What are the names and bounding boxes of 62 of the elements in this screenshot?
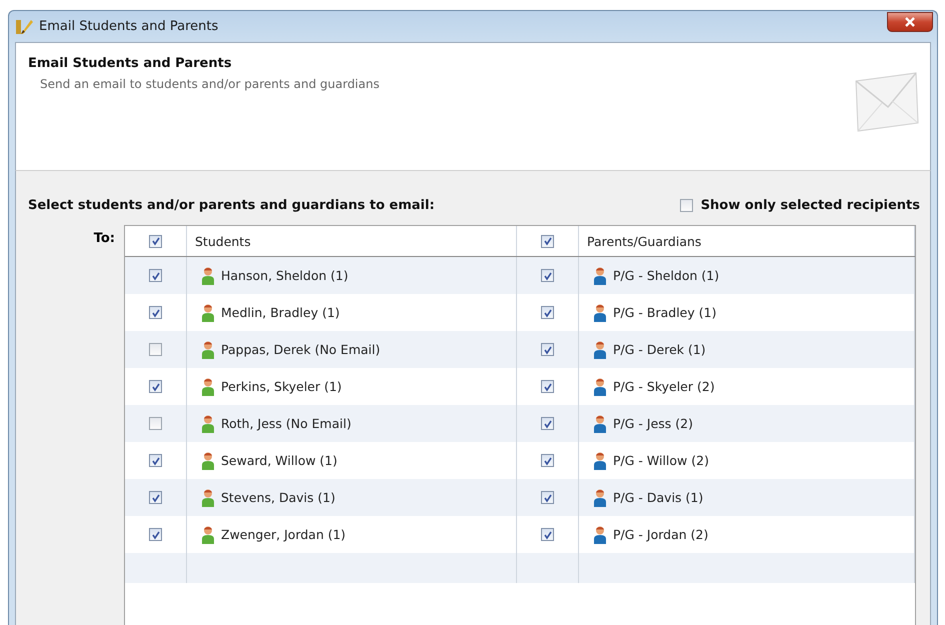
checkbox[interactable]	[149, 417, 162, 430]
column-header: Students	[195, 234, 251, 248]
person-icon	[201, 414, 215, 432]
checkbox[interactable]	[541, 234, 554, 248]
window-title: Email Students and Parents	[39, 18, 218, 34]
to-label: To:	[92, 230, 116, 248]
checkbox[interactable]	[541, 491, 554, 504]
person-icon	[201, 452, 215, 470]
checkbox[interactable]	[149, 528, 162, 541]
checkbox[interactable]	[541, 528, 554, 541]
parent-name: P/G - Skyeler (2)	[613, 379, 715, 394]
person-icon	[201, 526, 215, 544]
parent-name: P/G - Derek (1)	[613, 342, 706, 357]
person-icon	[201, 340, 215, 358]
instruction-label: Select students and/or parents and guardians to email:	[28, 198, 435, 212]
parent-name: P/G - Willow (2)	[613, 453, 709, 468]
person-icon	[593, 266, 607, 284]
student-name: Roth, Jess (No Email)	[221, 416, 352, 431]
student-name: Perkins, Skyeler (1)	[221, 379, 342, 394]
person-icon	[593, 378, 607, 396]
checkbox[interactable]	[149, 380, 162, 393]
checkbox[interactable]	[149, 269, 162, 282]
checkbox[interactable]	[149, 234, 162, 248]
student-name: Zwenger, Jordan (1)	[221, 527, 346, 542]
checkbox[interactable]	[149, 491, 162, 504]
parent-name: P/G - Bradley (1)	[613, 305, 716, 320]
student-name: Pappas, Derek (No Email)	[221, 342, 380, 357]
close-button[interactable]	[887, 12, 933, 32]
checkbox[interactable]	[541, 269, 554, 282]
checkbox[interactable]	[541, 343, 554, 356]
person-icon	[593, 304, 607, 322]
checkbox[interactable]	[541, 380, 554, 393]
column-header: Parents/Guardians	[587, 234, 702, 248]
checkbox[interactable]	[149, 306, 162, 319]
checkbox[interactable]	[149, 343, 162, 356]
student-name: Medlin, Bradley (1)	[221, 305, 340, 320]
checkbox[interactable]	[541, 454, 554, 467]
parent-name: P/G - Jordan (2)	[613, 527, 708, 542]
person-icon	[201, 304, 215, 322]
student-name: Hanson, Sheldon (1)	[221, 268, 348, 283]
checkbox[interactable]	[680, 198, 693, 212]
person-icon	[593, 488, 607, 506]
checkbox-label: Show only selected recipients	[700, 198, 920, 212]
person-icon	[593, 452, 607, 470]
header-subtitle: Send an email to students and/or parents and guardians	[39, 76, 380, 91]
header-title: Email Students and Parents	[28, 56, 233, 71]
parent-name: P/G - Davis (1)	[613, 490, 704, 505]
checkbox[interactable]	[541, 306, 554, 319]
person-icon	[201, 488, 215, 506]
close-icon	[904, 16, 916, 28]
checkbox[interactable]	[541, 417, 554, 430]
person-icon	[201, 378, 215, 396]
person-icon	[593, 414, 607, 432]
checkbox[interactable]	[149, 454, 162, 467]
person-icon	[593, 340, 607, 358]
student-name: Seward, Willow (1)	[221, 453, 338, 468]
student-name: Stevens, Davis (1)	[221, 490, 336, 505]
parent-name: P/G - Jess (2)	[613, 416, 693, 431]
person-icon	[593, 526, 607, 544]
person-icon	[201, 266, 215, 284]
pencil-icon	[15, 17, 33, 36]
parent-name: P/G - Sheldon (1)	[613, 268, 720, 283]
